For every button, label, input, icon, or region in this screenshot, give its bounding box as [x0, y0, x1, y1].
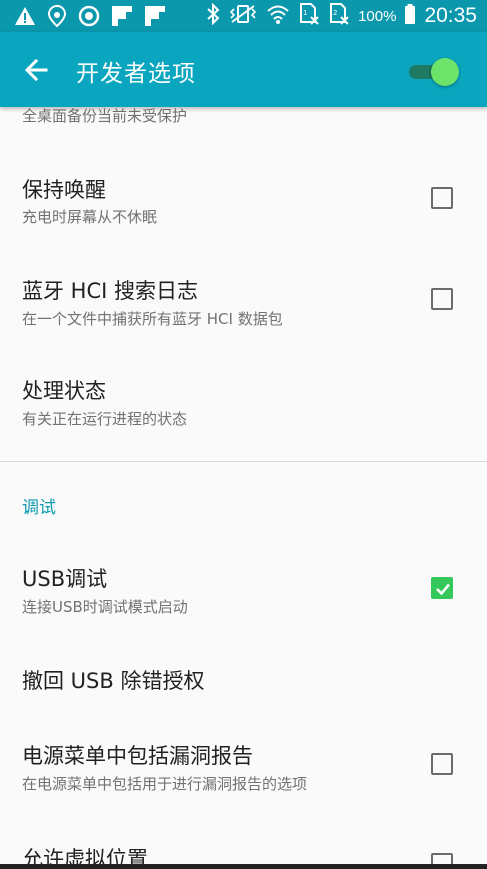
list-item-title: USB调试: [22, 567, 108, 591]
status-bar: 1 2 100% 20:35: [0, 0, 487, 32]
battery-percent: 100%: [358, 7, 397, 25]
list-item-mock-locations[interactable]: 允许虚拟位置: [0, 821, 487, 869]
location-update-icon: [47, 4, 67, 32]
bluetooth-icon: [206, 2, 220, 29]
list-item-subtitle: 有关正在运行进程的状态: [22, 410, 188, 428]
list-item-title: 撤回 USB 除错授权: [22, 669, 205, 693]
svg-text:2: 2: [333, 9, 337, 17]
list-item-title: 蓝牙 HCI 搜索日志: [22, 279, 198, 303]
usb-debugging-checkbox[interactable]: [431, 577, 453, 599]
developer-options-switch[interactable]: [407, 56, 463, 86]
settings-list: 全桌面备份当前未受保护 保持唤醒 充电时屏幕从不休眠 蓝牙 HCI 搜索日志 在…: [0, 107, 487, 869]
battery-icon: [404, 3, 416, 29]
list-item-subtitle: 在一个文件中捕获所有蓝牙 HCI 数据包: [22, 310, 283, 328]
navigation-bar-edge: [0, 864, 487, 869]
list-item-subtitle: 在电源菜单中包括用于进行漏洞报告的选项: [22, 775, 308, 793]
list-item-revoke-usb-auth[interactable]: 撤回 USB 除错授权: [0, 645, 487, 715]
divider: [0, 461, 487, 462]
vibrate-icon: [228, 3, 258, 29]
list-item-title: 电源菜单中包括漏洞报告: [22, 744, 253, 768]
section-header-debugging: 调试: [22, 498, 56, 518]
list-item-process-stats[interactable]: 处理状态 有关正在运行进程的状态: [0, 357, 487, 457]
warning-icon: [14, 6, 36, 30]
switch-thumb: [431, 58, 459, 86]
no-sim-icon: 1: [298, 2, 320, 30]
checkmark-icon: [436, 583, 450, 596]
flipboard-icon: [144, 5, 166, 31]
list-item-bug-report-shortcut[interactable]: 电源菜单中包括漏洞报告 在电源菜单中包括用于进行漏洞报告的选项: [0, 719, 487, 819]
bluetooth-hci-log-checkbox[interactable]: [431, 288, 453, 310]
list-item-subtitle: 全桌面备份当前未受保护: [22, 107, 188, 125]
page-title: 开发者选项: [76, 61, 196, 87]
bug-report-checkbox[interactable]: [431, 753, 453, 775]
list-item-title: 保持唤醒: [22, 178, 106, 202]
list-item-title: 处理状态: [22, 379, 106, 403]
list-item-subtitle: 充电时屏幕从不休眠: [22, 208, 158, 226]
list-item-subtitle: 连接USB时调试模式启动: [22, 598, 188, 616]
back-arrow-icon: [22, 58, 54, 89]
status-bar-system: 1 2 100% 20:35: [206, 2, 477, 30]
wifi-icon: [266, 3, 290, 29]
back-button[interactable]: [22, 55, 54, 85]
svg-text:1: 1: [303, 9, 307, 17]
power-ring-icon: [78, 5, 100, 31]
status-bar-notifications: [14, 4, 166, 32]
list-item-bluetooth-hci-log[interactable]: 蓝牙 HCI 搜索日志 在一个文件中捕获所有蓝牙 HCI 数据包: [0, 255, 487, 355]
stay-awake-checkbox[interactable]: [431, 187, 453, 209]
flipboard-icon: [111, 5, 133, 31]
list-item-stay-awake[interactable]: 保持唤醒 充电时屏幕从不休眠: [0, 153, 487, 253]
clock: 20:35: [424, 4, 477, 27]
no-sim-icon: 2: [328, 2, 350, 30]
list-item-usb-debugging[interactable]: USB调试 连接USB时调试模式启动: [0, 543, 487, 643]
list-item-backup-password[interactable]: 全桌面备份当前未受保护: [0, 107, 487, 133]
app-bar: 开发者选项: [0, 32, 487, 107]
